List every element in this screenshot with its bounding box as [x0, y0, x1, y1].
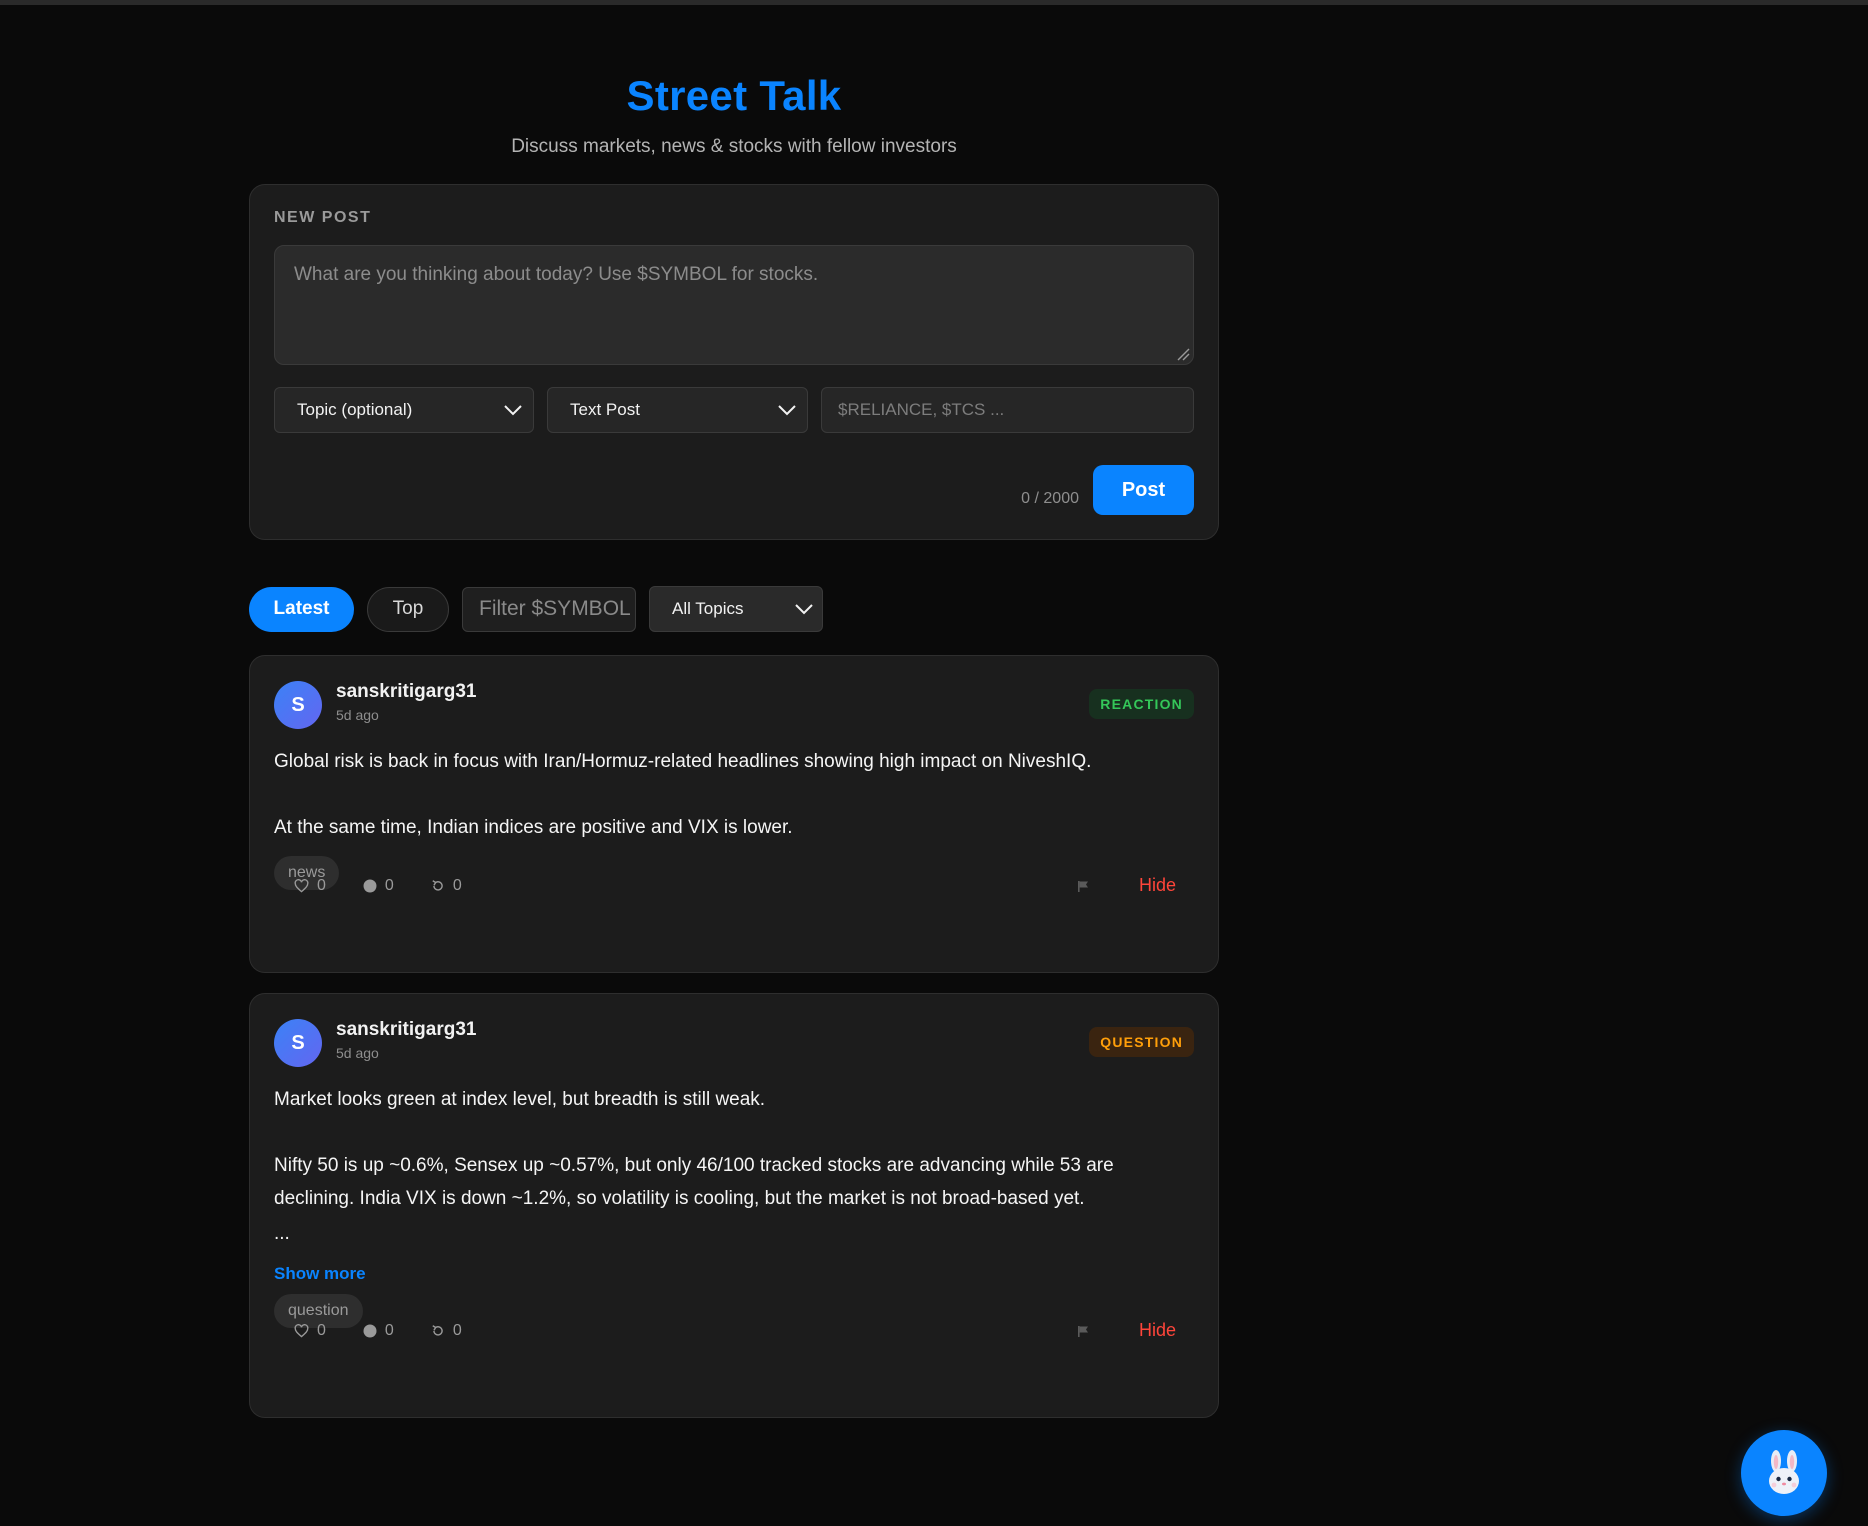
feed-filters: Latest Top Filter $SYMBOL All Topics: [249, 586, 1219, 632]
topics-filter-select[interactable]: All Topics: [649, 586, 823, 632]
post-meta: sanskritigarg31 5d ago: [336, 680, 476, 723]
avatar[interactable]: S: [274, 681, 322, 729]
repost-button[interactable]: 0: [431, 1322, 462, 1340]
post-truncation: ...: [274, 1223, 290, 1244]
new-post-label: NEW POST: [274, 209, 372, 226]
post-type-badge: QUESTION: [1089, 1027, 1194, 1057]
comment-button[interactable]: 0: [363, 1322, 394, 1340]
heart-icon: [294, 1323, 309, 1338]
avatar[interactable]: S: [274, 1019, 322, 1067]
page-subtitle: Discuss markets, news & stocks with fell…: [511, 136, 957, 157]
post-actions: 0 0 0 Hide: [274, 875, 1194, 896]
like-count: 0: [317, 1321, 326, 1339]
post-paragraph: Market looks green at index level, but b…: [274, 1089, 766, 1110]
post-body: Market looks green at index level, but b…: [274, 1083, 1194, 1250]
topic-select-value: Topic (optional): [297, 400, 413, 419]
chevron-down-icon: [504, 405, 522, 416]
new-post-card: NEW POST What are you thinking about tod…: [249, 184, 1219, 540]
symbol-filter-placeholder: Filter $SYMBOL: [479, 597, 631, 620]
hide-button[interactable]: Hide: [1139, 875, 1176, 896]
like-button[interactable]: 0: [294, 1322, 326, 1340]
comment-icon: [363, 879, 377, 892]
assistant-fab-button[interactable]: [1741, 1430, 1827, 1516]
post-submit-row: 0 / 2000 Post: [1021, 465, 1194, 515]
like-button[interactable]: 0: [294, 877, 326, 895]
post-body: Global risk is back in focus with Iran/H…: [274, 745, 1194, 844]
tab-latest[interactable]: Latest: [249, 586, 354, 632]
comment-count: 0: [384, 1321, 394, 1339]
symbol-filter-input[interactable]: Filter $SYMBOL: [462, 586, 636, 632]
composer-controls: Topic (optional) Text Post $RELIANCE, $T…: [274, 387, 1194, 433]
topics-filter-value: All Topics: [672, 599, 744, 618]
post-paragraph: Nifty 50 is up ~0.6%, Sensex up ~0.57%, …: [274, 1155, 1114, 1209]
post-actions: 0 0 0 Hide: [274, 1320, 1194, 1341]
flag-icon[interactable]: [1077, 880, 1089, 892]
flag-icon[interactable]: [1077, 1325, 1089, 1337]
repost-icon: [432, 1324, 443, 1336]
chevron-down-icon: [795, 604, 813, 615]
post-card: S sanskritigarg31 5d ago QUESTION Market…: [249, 993, 1219, 1418]
post-button[interactable]: Post: [1093, 465, 1194, 515]
heart-icon: [294, 878, 309, 893]
post-type-value: Text Post: [570, 400, 640, 419]
post-timestamp: 5d ago: [336, 707, 379, 723]
post-paragraph: At the same time, Indian indices are pos…: [274, 817, 793, 838]
post-paragraph: Global risk is back in focus with Iran/H…: [274, 751, 1092, 772]
post-textarea-placeholder: What are you thinking about today? Use $…: [294, 264, 819, 285]
resize-handle-icon[interactable]: [1176, 347, 1190, 361]
hide-button[interactable]: Hide: [1139, 1320, 1176, 1341]
repost-button[interactable]: 0: [431, 877, 462, 895]
post-username[interactable]: sanskritigarg31: [336, 681, 476, 703]
post-card: S sanskritigarg31 5d ago REACTION Global…: [249, 655, 1219, 973]
post-header: S sanskritigarg31 5d ago: [274, 1018, 1194, 1067]
repost-count: 0: [452, 876, 462, 894]
post-textarea[interactable]: What are you thinking about today? Use $…: [274, 245, 1194, 365]
post-meta: sanskritigarg31 5d ago: [336, 1018, 476, 1061]
page-title: Street Talk: [626, 72, 842, 119]
post-type-select[interactable]: Text Post: [547, 387, 808, 433]
topic-select[interactable]: Topic (optional): [274, 387, 534, 433]
comment-button[interactable]: 0: [363, 877, 394, 895]
symbols-placeholder: $RELIANCE, $TCS ...: [838, 400, 1005, 419]
tab-top[interactable]: Top: [367, 586, 449, 632]
symbols-input[interactable]: $RELIANCE, $TCS ...: [821, 387, 1194, 433]
comment-icon: [363, 1324, 377, 1337]
char-counter: 0 / 2000: [1021, 490, 1079, 507]
post-username[interactable]: sanskritigarg31: [336, 1019, 476, 1041]
post-type-badge: REACTION: [1089, 689, 1194, 719]
repost-icon: [432, 879, 443, 891]
show-more-link[interactable]: Show more: [274, 1264, 1194, 1284]
like-count: 0: [317, 876, 326, 894]
street-talk-main: Street Talk Discuss markets, news & stoc…: [249, 0, 1219, 1418]
bunny-mascot-icon: [1769, 1450, 1799, 1494]
post-header: S sanskritigarg31 5d ago: [274, 680, 1194, 729]
page-header: Street Talk Discuss markets, news & stoc…: [249, 0, 1219, 158]
repost-count: 0: [452, 1321, 462, 1339]
comment-count: 0: [384, 876, 394, 894]
post-timestamp: 5d ago: [336, 1045, 379, 1061]
chevron-down-icon: [778, 405, 796, 416]
